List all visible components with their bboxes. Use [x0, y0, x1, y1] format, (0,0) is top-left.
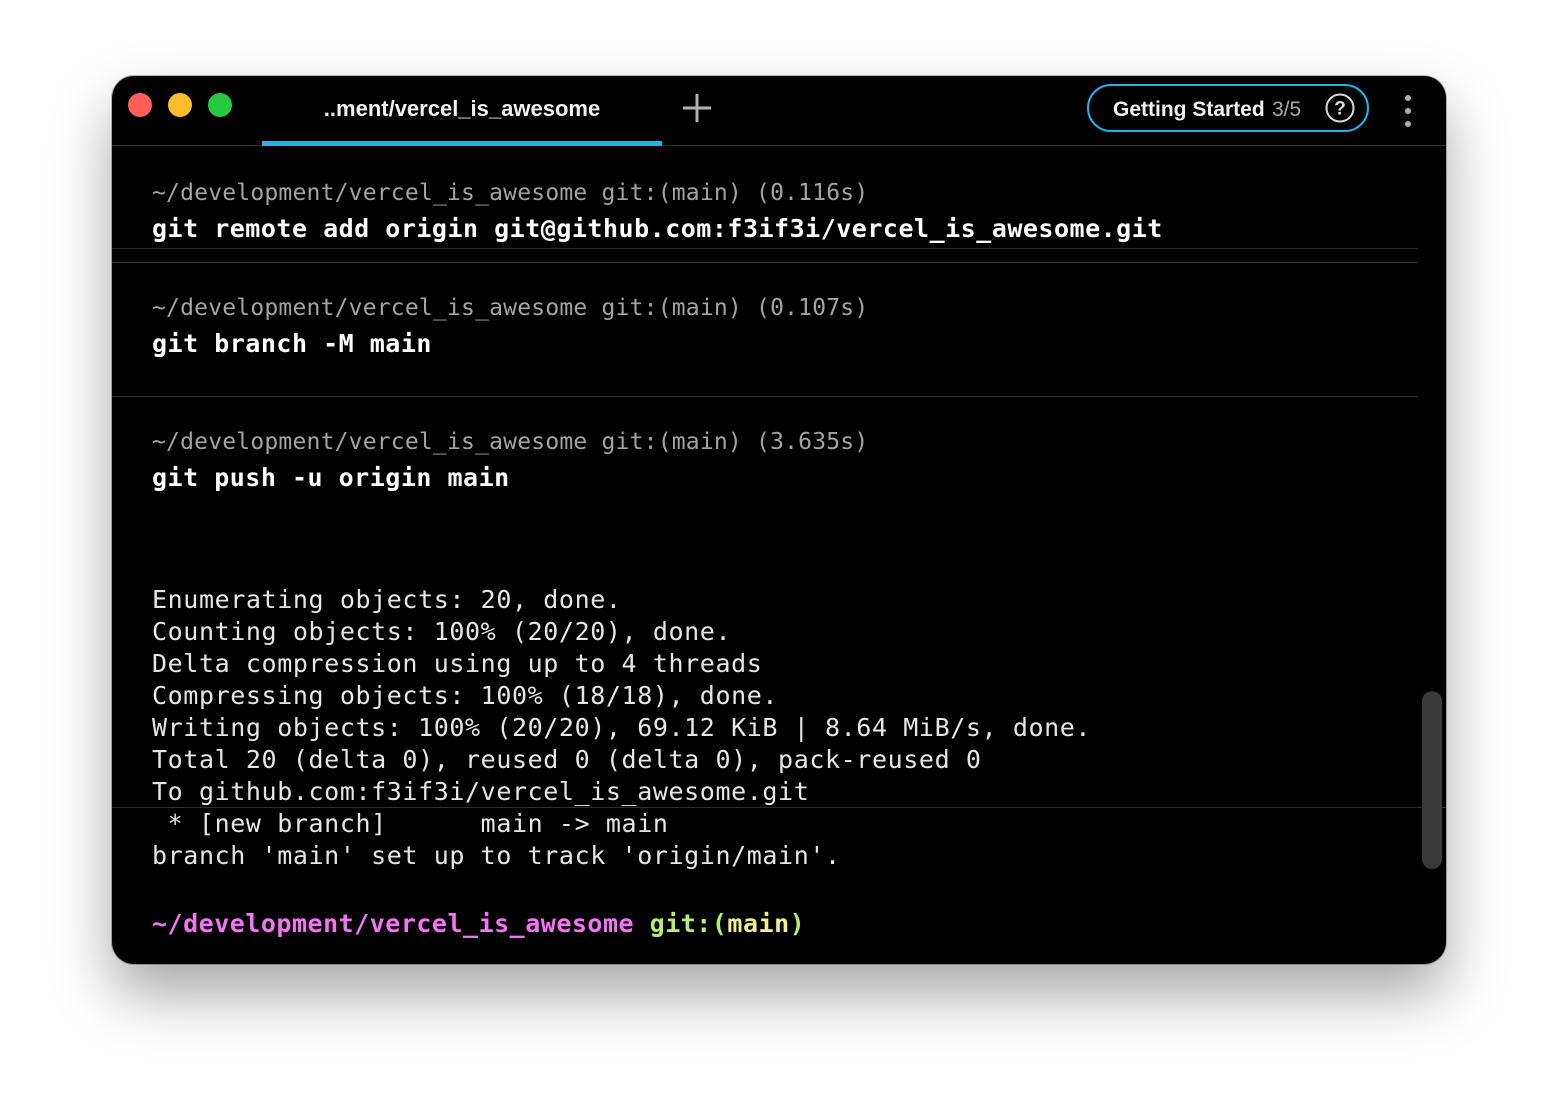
maximize-window-button[interactable]	[208, 93, 232, 117]
active-prompt: ~/development/vercel_is_awesome git:(mai…	[152, 909, 805, 938]
prompt-path: ~/development/vercel_is_awesome	[152, 909, 635, 938]
block-command: git branch -M main	[152, 329, 432, 358]
plus-icon	[683, 94, 711, 122]
terminal-window: ..ment/vercel_is_awesome Getting Started…	[112, 76, 1446, 964]
tab-title: ..ment/vercel_is_awesome	[323, 96, 601, 121]
close-window-button[interactable]	[128, 93, 152, 117]
question-circle-icon: ?	[1325, 93, 1355, 123]
minimize-window-button[interactable]	[168, 93, 192, 117]
new-tab-button[interactable]	[680, 91, 714, 125]
block-divider	[112, 807, 1446, 808]
svg-text:?: ?	[1334, 99, 1346, 120]
title-bar: ..ment/vercel_is_awesome Getting Started…	[112, 76, 1446, 146]
terminal-content[interactable]: ~/development/vercel_is_awesome git:(mai…	[112, 146, 1446, 964]
vertical-ellipsis-icon	[1405, 95, 1411, 127]
block-prompt: ~/development/vercel_is_awesome git:(mai…	[152, 429, 869, 455]
getting-started-button[interactable]: Getting Started 3/5 ?	[1087, 84, 1369, 132]
command-block[interactable]: ~/development/vercel_is_awesome git:(mai…	[112, 263, 1418, 396]
block-command: git push -u origin main	[152, 463, 510, 492]
command-output: Enumerating objects: 20, done. Counting …	[152, 585, 1092, 870]
prompt-git-label: git:(	[649, 909, 728, 938]
block-divider	[112, 248, 1418, 249]
getting-started-label: Getting Started	[1113, 98, 1265, 121]
block-prompt: ~/development/vercel_is_awesome git:(mai…	[152, 180, 869, 206]
block-prompt: ~/development/vercel_is_awesome git:(mai…	[152, 295, 869, 321]
tab-active-session[interactable]: ..ment/vercel_is_awesome	[262, 76, 662, 146]
menu-button[interactable]	[1394, 94, 1422, 128]
prompt-branch: main	[727, 909, 790, 938]
getting-started-progress: 3/5	[1272, 98, 1302, 121]
scrollbar-thumb[interactable]	[1422, 691, 1442, 869]
block-command: git remote add origin git@github.com:f3i…	[152, 214, 1163, 243]
prompt-git-close: )	[789, 909, 806, 938]
command-block[interactable]: ~/development/vercel_is_awesome git:(mai…	[112, 146, 1418, 254]
